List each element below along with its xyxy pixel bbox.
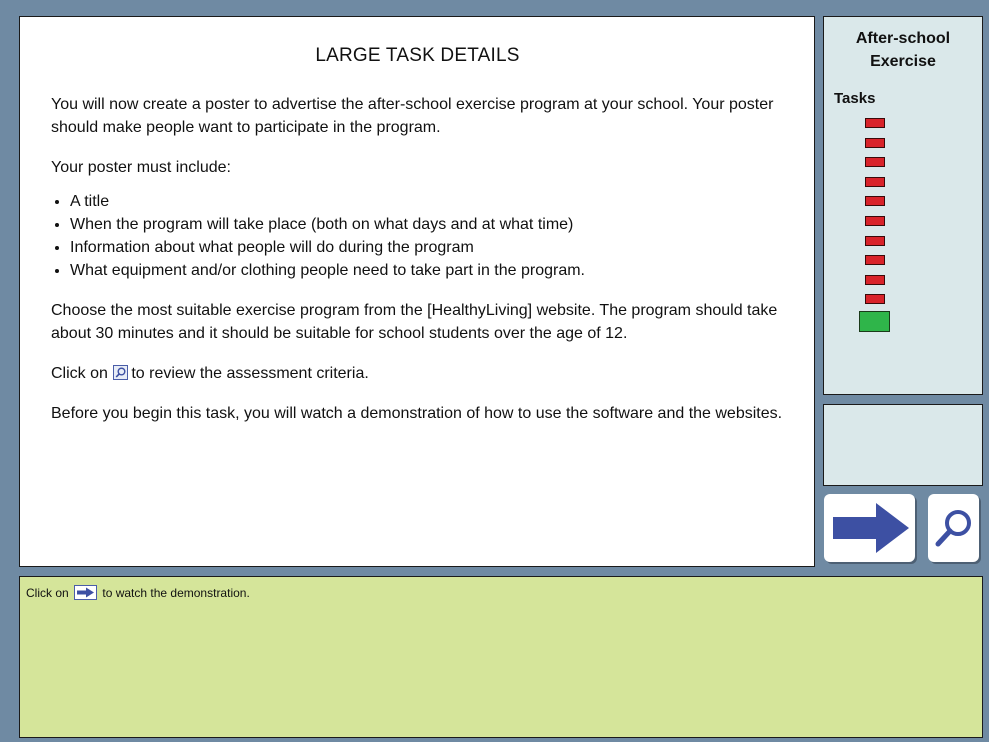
review-criteria-button[interactable] <box>928 494 979 562</box>
list-item: A title <box>70 190 784 213</box>
task-marker <box>865 274 885 285</box>
right-arrow-icon <box>74 585 98 600</box>
magnifier-icon <box>935 510 971 547</box>
task-details-panel: LARGE TASK DETAILS You will now create a… <box>19 16 815 567</box>
next-button[interactable] <box>824 494 915 562</box>
list-item: When the program will take place (both o… <box>70 213 784 236</box>
right-arrow-icon <box>833 503 909 553</box>
task-marker <box>865 118 885 128</box>
task-marker <box>865 235 885 246</box>
task-marker <box>865 294 885 305</box>
must-include-label: Your poster must include: <box>51 159 231 176</box>
demonstration-text: Before you begin this task, you will wat… <box>51 405 783 422</box>
review-criteria-text: Click on to review the assessment criter… <box>51 362 784 385</box>
page-title: LARGE TASK DETAILS <box>315 45 520 66</box>
review-prefix: Click on <box>51 365 108 382</box>
tasks-label: Tasks <box>834 90 876 107</box>
choose-program-text: Choose the most suitable exercise progra… <box>51 302 778 342</box>
current-task-marker <box>859 311 890 332</box>
magnifier-icon <box>113 365 129 380</box>
requirements-list: A title When the program will take place… <box>51 190 784 282</box>
task-progress-sidebar: After-school Exercise Tasks <box>823 16 983 395</box>
task-marker <box>865 176 885 187</box>
intro-text: You will now create a poster to advertis… <box>51 96 774 136</box>
instruction-suffix: to watch the demonstration. <box>102 586 250 600</box>
task-marker <box>865 215 885 226</box>
list-item: Information about what people will do du… <box>70 236 784 259</box>
task-marker <box>865 255 885 266</box>
unit-title: After-school Exercise <box>855 30 951 70</box>
status-box <box>823 404 983 486</box>
review-suffix: to review the assessment criteria. <box>131 365 369 382</box>
task-marker <box>865 196 885 207</box>
list-item: What equipment and/or clothing people ne… <box>70 259 784 282</box>
instruction-bar: Click on to watch the demonstration. <box>19 576 983 738</box>
instruction-prefix: Click on <box>26 586 69 600</box>
task-marker-list <box>864 118 886 334</box>
task-marker <box>865 137 885 148</box>
task-marker <box>865 157 885 168</box>
